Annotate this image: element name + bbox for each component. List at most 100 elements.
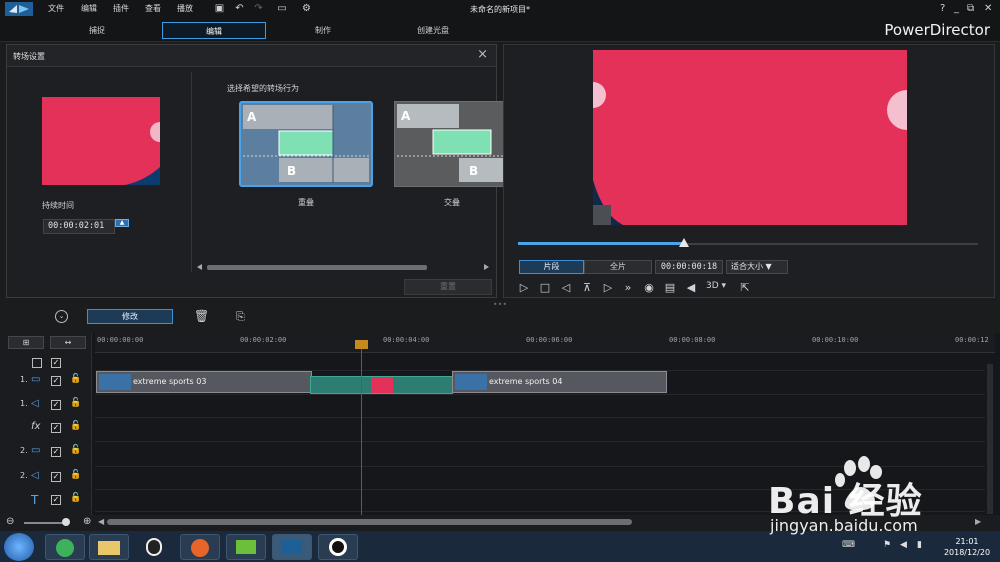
clip-title: extreme sports 03	[133, 377, 207, 386]
overlap-b-label: B	[287, 164, 296, 178]
lock-icon[interactable]: 🔓	[70, 445, 81, 455]
tick-label: 00:00:00:00	[97, 336, 144, 344]
lock-icon[interactable]: 🔓	[70, 398, 81, 408]
stop-icon[interactable]: □	[538, 281, 552, 294]
track-enable-checkbox[interactable]: ✓	[51, 472, 61, 482]
option-overlap-label: 重叠	[298, 198, 314, 207]
watermark-url: jingyan.baidu.com	[770, 516, 918, 535]
taskbar-video-app-icon[interactable]	[226, 534, 266, 560]
tick-label: 00:00:04:00	[383, 336, 430, 344]
tick-label: 00:00:12	[955, 336, 989, 344]
taskbar-explorer-icon[interactable]	[89, 534, 129, 560]
fit-timeline-icon[interactable]: ↔	[50, 336, 86, 349]
playhead-line[interactable]	[361, 344, 362, 515]
modify-button[interactable]: 修改	[87, 309, 173, 324]
track-header-video-2: 2. ▭ ✓ 🔓	[0, 442, 92, 464]
title-bar: 文件 编辑 插件 查看 播放 ▣ ↶ ↷ ▭ ⚙ 未命名的新项目* ? _ ⧉ …	[0, 0, 1000, 18]
prev-frame-icon[interactable]: ◁	[559, 281, 573, 294]
taskbar-clock[interactable]: 21:01 2018/12/20	[934, 536, 1000, 558]
help-icon[interactable]: ?	[940, 3, 945, 14]
option-overlap[interactable]: A B	[239, 101, 373, 187]
taskbar-powerdirector-icon[interactable]	[272, 534, 312, 560]
clock-date: 2018/12/20	[943, 548, 991, 557]
timeline-ruler[interactable]: 00:00:00:00 00:00:02:00 00:00:04:00 00:0…	[95, 333, 995, 353]
taskbar-app-360-icon[interactable]	[45, 534, 85, 560]
transition-settings-dialog: 转场设置 × 持续时间 00:00:02:01 ▲ 选择希望的转场行为 A B …	[6, 44, 528, 298]
tray-network-icon[interactable]: ▮	[917, 540, 922, 550]
reset-button[interactable]: 重置	[404, 279, 492, 295]
audio-track-icon: ◁	[31, 470, 39, 481]
track-enable-checkbox[interactable]: ✓	[51, 376, 61, 386]
dialog-scrollbar[interactable]	[197, 263, 489, 272]
lock-icon[interactable]: 🔓	[70, 374, 81, 384]
movie-mode-button[interactable]: 全片	[584, 260, 652, 274]
brand-label: PowerDirector	[884, 21, 990, 39]
zoom-slider-knob[interactable]	[62, 518, 70, 526]
undock-icon[interactable]: ⇱	[738, 281, 752, 294]
preview-video	[593, 50, 907, 225]
tray-flag-icon[interactable]: ⚑	[883, 540, 891, 550]
track-enable-checkbox[interactable]: ✓	[51, 400, 61, 410]
3d-mode-button[interactable]: 3D ▾	[704, 281, 728, 291]
track-enable-checkbox[interactable]: ✓	[51, 495, 61, 505]
video-clip[interactable]: extreme sports 03	[96, 371, 312, 393]
tray-keyboard-icon[interactable]: ⌨	[842, 540, 855, 550]
tab-edit[interactable]: 编辑	[162, 22, 266, 39]
restore-icon[interactable]: ⧉	[967, 3, 974, 14]
play-icon[interactable]: ▷	[517, 281, 531, 294]
clip-mode-button[interactable]: 片段	[519, 260, 584, 274]
scrub-handle[interactable]	[678, 238, 689, 247]
lock-icon[interactable]: 🔓	[70, 421, 81, 431]
duration-input[interactable]: 00:00:02:01	[43, 219, 115, 234]
duration-spin-up-icon[interactable]: ▲	[115, 219, 129, 227]
timecode-display[interactable]: 00:00:00:18	[655, 260, 723, 274]
playhead-marker[interactable]	[355, 340, 368, 349]
taskbar-qq-icon[interactable]	[134, 534, 174, 560]
subtitle-icon[interactable]: ▤	[663, 281, 677, 294]
dialog-close-icon[interactable]: ×	[477, 47, 488, 62]
transition-block[interactable]	[310, 376, 453, 394]
scroll-left-icon[interactable]: ◀	[98, 517, 104, 526]
track-number: 1.	[20, 375, 28, 384]
transition-thumbnail	[371, 377, 393, 393]
track-manager-icon[interactable]: ⊞	[8, 336, 44, 349]
track-header-audio-2: 2. ◁ ✓ 🔓	[0, 467, 92, 489]
master-enable-checkbox[interactable]: ✓	[51, 358, 61, 368]
tray-volume-icon[interactable]: ◀	[900, 540, 907, 550]
tab-create-disc[interactable]: 创建光盘	[381, 22, 485, 39]
taskbar-recorder-icon[interactable]	[318, 534, 358, 560]
track-enable-checkbox[interactable]: ✓	[51, 447, 61, 457]
splitter-handle-icon[interactable]: •••	[490, 300, 510, 309]
fast-forward-icon[interactable]: »	[621, 281, 635, 294]
tick-label: 00:00:02:00	[240, 336, 287, 344]
cross-a-label: A	[401, 109, 411, 123]
edit-list-icon[interactable]: ⎘	[236, 310, 245, 324]
start-button-icon[interactable]	[4, 533, 34, 561]
minimize-icon[interactable]: _	[954, 3, 959, 14]
track-number: 2.	[20, 446, 28, 455]
close-icon[interactable]: ✕	[984, 3, 992, 14]
track-lane-master	[95, 353, 985, 371]
tab-produce[interactable]: 制作	[271, 22, 375, 39]
collapse-icon[interactable]: ⌄	[55, 310, 68, 323]
video-clip[interactable]: extreme sports 04	[452, 371, 667, 393]
zoom-out-icon[interactable]: ⊖	[6, 516, 14, 527]
lock-icon[interactable]: 🔓	[70, 493, 81, 503]
master-checkbox[interactable]	[32, 358, 42, 368]
tab-capture[interactable]: 捕捉	[45, 22, 149, 39]
timeline-hscroll-thumb[interactable]	[107, 519, 632, 525]
mark-in-icon[interactable]: ⊼	[580, 281, 594, 294]
volume-icon[interactable]: ◀	[684, 281, 698, 294]
snapshot-icon[interactable]: ◉	[642, 281, 656, 294]
lock-icon[interactable]: 🔓	[70, 470, 81, 480]
delete-trash-icon[interactable]: 🗑	[194, 309, 209, 323]
3d-label: 3D	[705, 281, 719, 291]
zoom-in-icon[interactable]: ⊕	[83, 516, 91, 527]
fit-size-value: 适合大小	[731, 262, 763, 271]
preview-panel: 片段 全片 00:00:00:18 适合大小 ▼ ▷ □ ◁ ⊼ ▷ » ◉ ▤…	[503, 44, 995, 298]
next-frame-icon[interactable]: ▷	[601, 281, 615, 294]
fit-size-select[interactable]: 适合大小 ▼	[726, 260, 788, 274]
clip-thumbnail	[99, 374, 131, 390]
taskbar-firefox-icon[interactable]	[180, 534, 220, 560]
track-enable-checkbox[interactable]: ✓	[51, 423, 61, 433]
